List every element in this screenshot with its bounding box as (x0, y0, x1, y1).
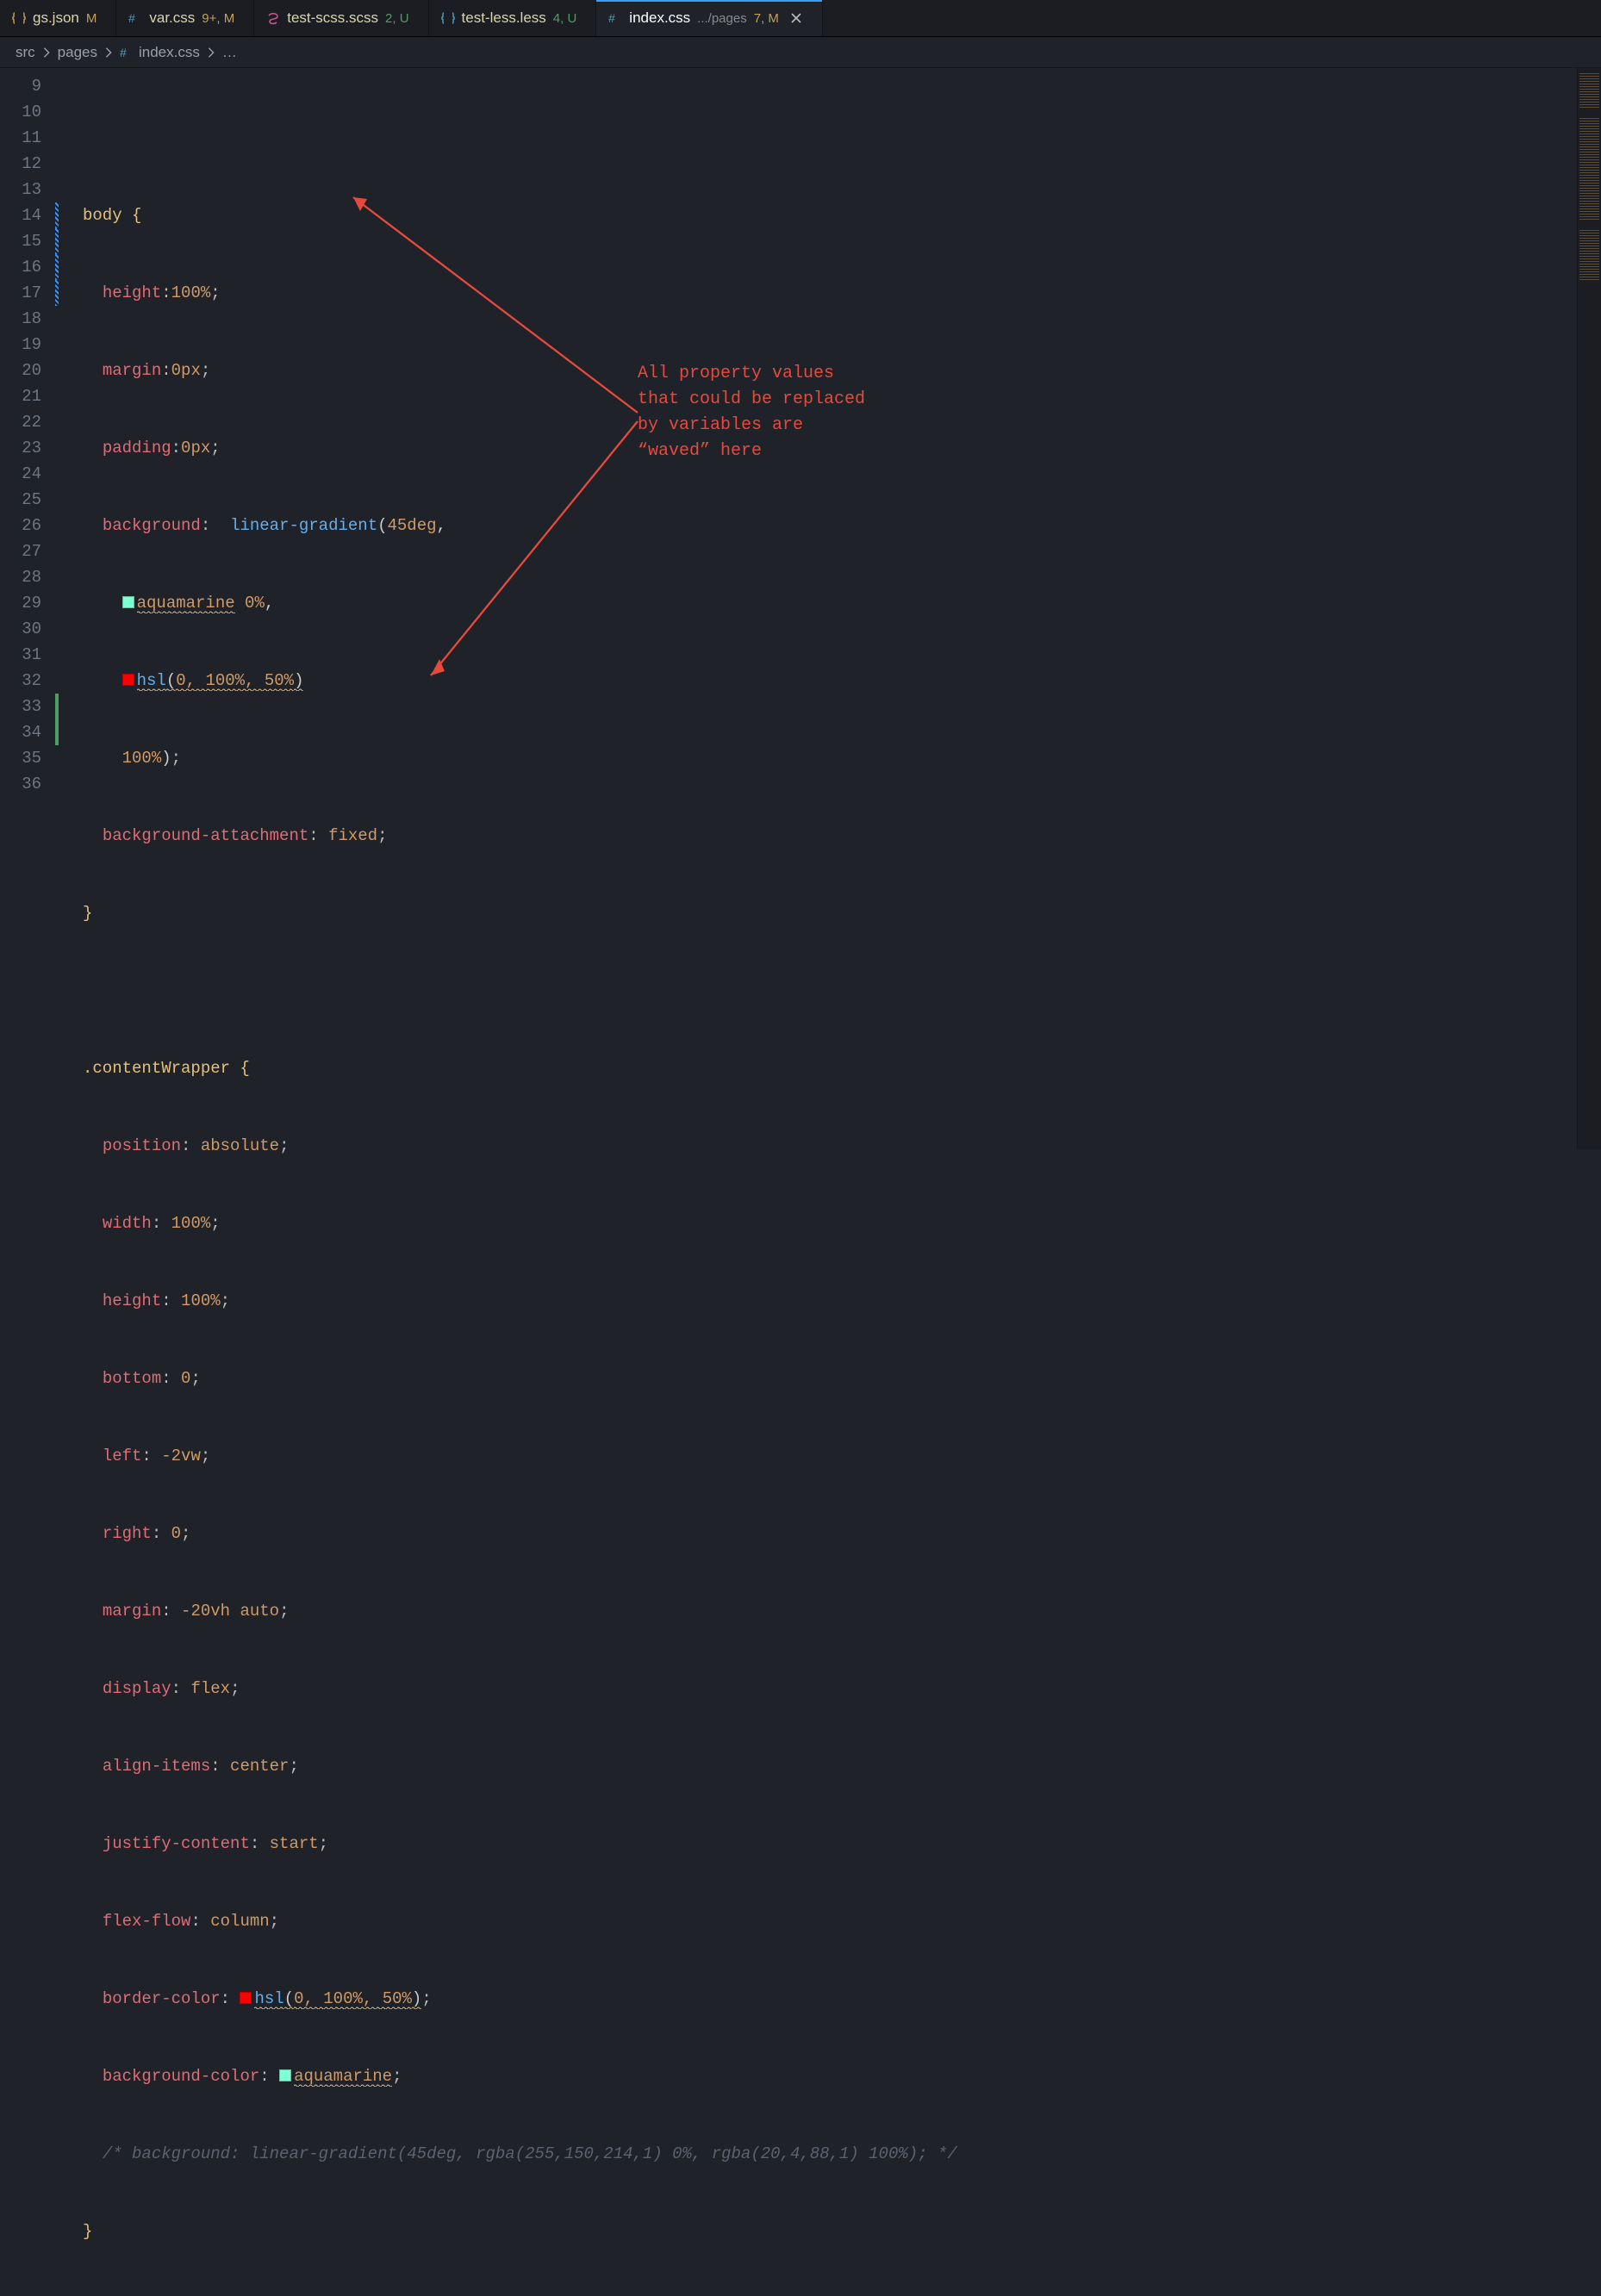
line-number: 28 (0, 564, 41, 590)
svg-text:#: # (120, 46, 127, 59)
tab-badge: M (86, 11, 97, 26)
crumb-pages[interactable]: pages (58, 44, 97, 61)
line-number: 18 (0, 306, 41, 332)
crumb-file[interactable]: index.css (139, 44, 200, 61)
line-number: 10 (0, 99, 41, 125)
line-number: 33 (0, 694, 41, 719)
crumb-src[interactable]: src (16, 44, 35, 61)
tab-badge: 9+, M (202, 11, 234, 26)
line-number: 23 (0, 435, 41, 461)
tab-gs-json[interactable]: gs.json M (0, 0, 116, 36)
tab-badge: 2, U (385, 11, 409, 26)
added-marker (55, 694, 59, 719)
minimap[interactable] (1577, 68, 1601, 1149)
line-number: 20 (0, 358, 41, 383)
tab-var-css[interactable]: # var.css 9+, M (116, 0, 254, 36)
line-number: 17 (0, 280, 41, 306)
line-gutter: 9101112131415161718192021222324252627282… (0, 68, 53, 1149)
color-swatch-hsl-red[interactable] (122, 674, 134, 686)
gutter-decorations (53, 68, 60, 1149)
css-icon: # (128, 11, 142, 25)
line-number: 22 (0, 409, 41, 435)
svg-text:#: # (128, 11, 135, 25)
chevron-right-icon (40, 47, 53, 59)
line-number: 29 (0, 590, 41, 616)
modified-marker (55, 280, 59, 306)
crumb-more[interactable]: … (222, 44, 237, 61)
tab-path: .../pages (697, 11, 747, 26)
tab-name: gs.json (33, 9, 79, 27)
editor[interactable]: 9101112131415161718192021222324252627282… (0, 68, 1601, 1149)
color-swatch-aquamarine[interactable] (279, 2069, 291, 2081)
line-number: 15 (0, 228, 41, 254)
tab-name: var.css (149, 9, 195, 27)
css-icon: # (120, 46, 134, 59)
line-number: 31 (0, 642, 41, 668)
tab-name: index.css (629, 9, 690, 27)
svg-text:#: # (608, 11, 615, 25)
tab-name: test-less.less (462, 9, 546, 27)
tab-index-css[interactable]: # index.css .../pages 7, M (596, 0, 823, 36)
chevron-right-icon (103, 47, 115, 59)
line-number: 34 (0, 719, 41, 745)
tab-badge: 4, U (553, 11, 577, 26)
line-number: 26 (0, 513, 41, 538)
tab-test-less[interactable]: test-less.less 4, U (429, 0, 597, 36)
line-number: 21 (0, 383, 41, 409)
line-number: 25 (0, 487, 41, 513)
tab-name: test-scss.scss (287, 9, 378, 27)
line-number: 16 (0, 254, 41, 280)
line-number: 9 (0, 73, 41, 99)
scss-icon (266, 11, 280, 25)
close-icon[interactable] (789, 11, 803, 25)
chevron-right-icon (205, 47, 217, 59)
line-number: 24 (0, 461, 41, 487)
tab-badge: 7, M (754, 11, 779, 26)
css-icon: # (608, 11, 622, 25)
line-number: 14 (0, 202, 41, 228)
line-number: 36 (0, 771, 41, 797)
json-icon (12, 11, 26, 25)
line-number: 32 (0, 668, 41, 694)
line-number: 30 (0, 616, 41, 642)
line-number: 13 (0, 177, 41, 202)
less-icon (441, 11, 455, 25)
color-swatch-aquamarine[interactable] (122, 596, 134, 608)
breadcrumb[interactable]: src pages # index.css … (0, 37, 1601, 68)
tab-bar: gs.json M # var.css 9+, M test-scss.scss… (0, 0, 1601, 37)
modified-marker (55, 202, 59, 228)
modified-marker (55, 254, 59, 280)
tab-test-scss[interactable]: test-scss.scss 2, U (254, 0, 428, 36)
line-number: 12 (0, 151, 41, 177)
code-area[interactable]: body { height:100%; margin:0px; padding:… (60, 68, 1577, 1149)
line-number: 19 (0, 332, 41, 358)
color-swatch-hsl-red[interactable] (240, 1992, 252, 2004)
added-marker (55, 719, 59, 745)
line-number: 35 (0, 745, 41, 771)
line-number: 27 (0, 538, 41, 564)
line-number: 11 (0, 125, 41, 151)
modified-marker (55, 228, 59, 254)
